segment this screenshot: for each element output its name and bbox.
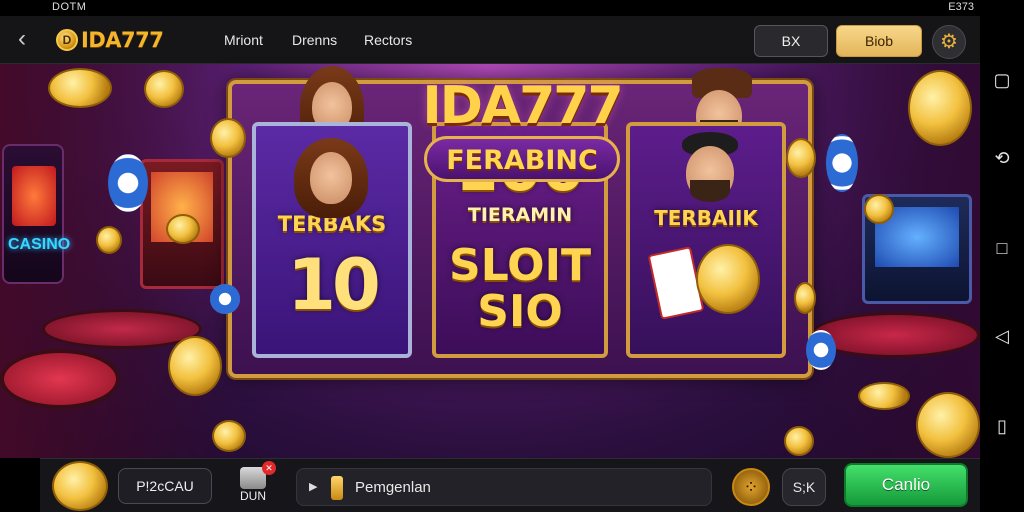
box-button[interactable]: BX xyxy=(754,25,828,57)
play-icon: ▶ xyxy=(309,481,318,493)
man-portrait xyxy=(660,132,760,212)
nav-item-3[interactable]: Rectors xyxy=(364,32,412,48)
rotate-icon[interactable]: ⟲ xyxy=(990,146,1014,170)
gold-coin-icon xyxy=(48,68,112,108)
lock-icon[interactable]: ▯ xyxy=(990,414,1014,438)
nav-item-1[interactable]: Mriont xyxy=(224,32,263,48)
poker-chip-icon xyxy=(806,330,836,370)
promo-card-1[interactable]: TERBAKS 10 xyxy=(252,122,412,358)
promo-card-3[interactable]: TERBAIIK xyxy=(626,122,786,358)
gift-icon xyxy=(240,461,276,489)
card-1-number: 10 xyxy=(287,244,380,326)
logo-badge-icon: D xyxy=(56,29,78,51)
logo-text: IDA777 xyxy=(81,28,164,52)
slot-machine-left: CASINO xyxy=(2,144,70,284)
status-left-text: DOTM xyxy=(52,1,87,13)
status-bar: DOTM E373 xyxy=(0,0,980,16)
app-screen: DOTM E373 ‹ D IDA777 Mriont Drenns Recto… xyxy=(0,0,1024,512)
gold-coin-icon xyxy=(96,226,122,254)
announcement-text: Pemgenlan xyxy=(355,479,431,496)
poker-chip-icon xyxy=(108,154,148,212)
gear-icon[interactable]: ⚙ xyxy=(932,25,966,59)
gift-button[interactable]: DUN xyxy=(228,461,278,509)
gold-coin-icon xyxy=(144,70,184,108)
gold-coin-icon xyxy=(908,70,972,146)
gold-coin-icon xyxy=(916,392,980,458)
menu-dots-icon[interactable]: ⁘ xyxy=(732,468,770,506)
coin-balance-icon[interactable] xyxy=(52,461,108,511)
gold-coin-icon xyxy=(864,194,894,224)
banner-title: IDA777 xyxy=(422,76,623,136)
overview-square-icon[interactable]: □ xyxy=(990,236,1014,260)
android-nav-bar: ▢ ⟲ □ ◁ ▯ xyxy=(980,0,1024,512)
gold-coin-icon xyxy=(696,244,760,314)
back-arrow-icon[interactable]: ‹ xyxy=(8,26,36,54)
gift-label: DUN xyxy=(240,489,266,503)
nav-item-2[interactable]: Drenns xyxy=(292,32,337,48)
gold-coin-icon xyxy=(858,382,910,410)
balance-pill[interactable]: P!2cCAU xyxy=(118,468,212,504)
casino-table xyxy=(0,349,120,409)
woman-portrait xyxy=(276,132,388,222)
poker-chip-icon xyxy=(210,284,240,314)
card-2-heading: TIERAMIN xyxy=(467,204,573,226)
gold-button[interactable]: Biob xyxy=(836,25,922,57)
casino-sign: CASINO xyxy=(8,236,71,253)
card-2-line2: SIO xyxy=(477,286,563,337)
card-2-line1: SLOIT xyxy=(449,240,591,291)
announcement-field[interactable]: ▶ Pemgenlan xyxy=(296,468,712,506)
banner-subtitle-pill: FERABINC xyxy=(424,136,620,182)
banner-subtitle: FERABINC xyxy=(446,145,598,176)
app-logo[interactable]: D IDA777 xyxy=(56,24,164,56)
back-triangle-icon[interactable]: ◁ xyxy=(990,324,1014,348)
poker-chip-icon xyxy=(826,134,858,192)
sx-button[interactable]: S;K xyxy=(782,468,826,506)
gold-coin-icon xyxy=(212,420,246,452)
gold-coin-icon xyxy=(168,336,222,396)
gold-coin-icon xyxy=(784,426,814,456)
recents-square-icon[interactable]: ▢ xyxy=(990,68,1014,92)
top-app-bar: ‹ D IDA777 Mriont Drenns Rectors BX Biob… xyxy=(0,16,980,64)
status-right-text: E373 xyxy=(948,1,974,13)
play-now-button[interactable]: Canlio xyxy=(844,463,968,507)
marker-icon xyxy=(331,476,343,500)
bottom-action-bar: P!2cCAU DUN ▶ Pemgenlan ⁘ S;K Canlio xyxy=(40,458,980,512)
gold-coin-icon xyxy=(794,282,816,314)
beard xyxy=(690,180,730,202)
title-banner: IDA777 FERABINC xyxy=(404,72,640,182)
head xyxy=(310,152,352,204)
slot-screen xyxy=(12,166,56,226)
gold-coin-icon xyxy=(166,214,200,244)
gold-coin-icon xyxy=(786,138,816,178)
crown-icon xyxy=(210,118,246,158)
